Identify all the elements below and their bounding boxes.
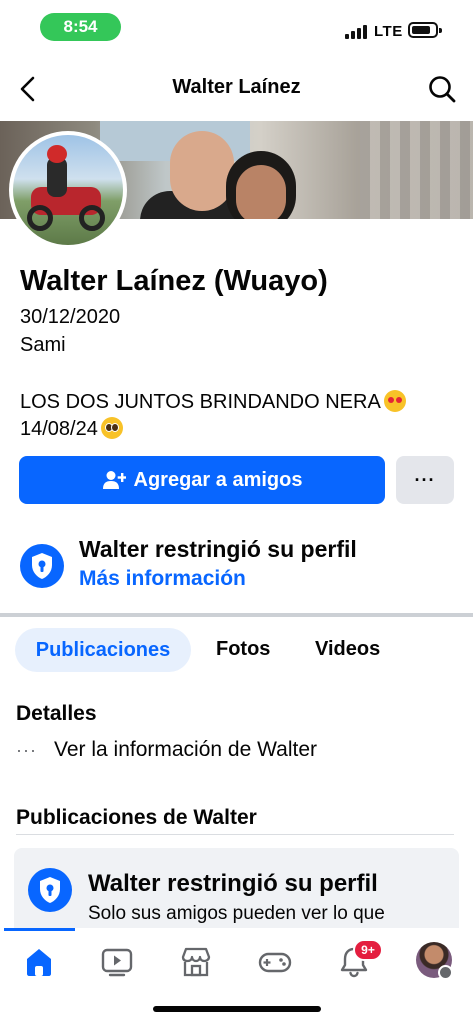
profile-name: Walter Laínez (Wuayo) [20,265,328,297]
profile-bio: LOS DOS JUNTOS BRINDANDO NERA 14/08/24 [20,389,460,443]
shield-lock-icon [28,868,72,912]
divider [16,834,454,835]
battery-icon [408,22,442,38]
details-info-label: Ver la información de Walter [54,738,318,761]
shield-lock-icon [20,544,64,588]
network-type: LTE [374,23,403,40]
restriction-title: Walter restringió su perfil [79,536,357,562]
active-tab-indicator [4,928,75,931]
notification-badge: 9+ [353,939,383,961]
restricted-posts-card: Walter restringió su perfil Solo sus ami… [14,848,459,938]
signal-icon [345,25,367,39]
status-time: 8:54 [40,13,121,41]
marketplace-icon[interactable] [178,944,214,980]
card-title: Walter restringió su perfil [88,870,378,897]
menu-icon [438,965,453,980]
more-options-button[interactable]: ··· [396,456,454,504]
add-friend-button[interactable]: Agregar a amigos [19,456,385,504]
section-divider [0,613,473,617]
details-info-row[interactable]: ··· Ver la información de Walter [16,738,317,762]
add-friend-icon [102,471,126,489]
profile-info-line: Sami [20,334,66,356]
status-bar: 8:54 LTE [0,0,473,54]
heart-eyes-emoji-icon [383,390,406,412]
add-friend-label: Agregar a amigos [133,468,303,491]
more-info-link[interactable]: Más información [79,567,246,591]
gaming-icon[interactable] [257,944,293,980]
home-indicator [153,1006,321,1012]
page-title: Walter Laínez [172,76,301,98]
pleading-face-emoji-icon [100,417,123,439]
search-icon[interactable] [427,74,457,104]
more-dots-icon: ··· [16,739,37,760]
tab-videos[interactable]: Videos [315,638,380,661]
posts-heading: Publicaciones de Walter [16,806,257,829]
video-icon[interactable] [99,944,135,980]
profile-avatar[interactable] [9,131,127,249]
tab-fotos[interactable]: Fotos [216,638,270,661]
tab-publicaciones[interactable]: Publicaciones [15,628,191,672]
card-text: Solo sus amigos pueden ver lo que [88,903,385,924]
profile-info-line: 30/12/2020 [20,306,121,328]
profile-header: Walter Laínez [0,62,473,114]
details-heading: Detalles [16,702,97,725]
bio-text: 14/08/24 [20,418,98,440]
bio-text: LOS DOS JUNTOS BRINDANDO NERA [20,391,381,413]
home-icon[interactable] [21,944,57,980]
